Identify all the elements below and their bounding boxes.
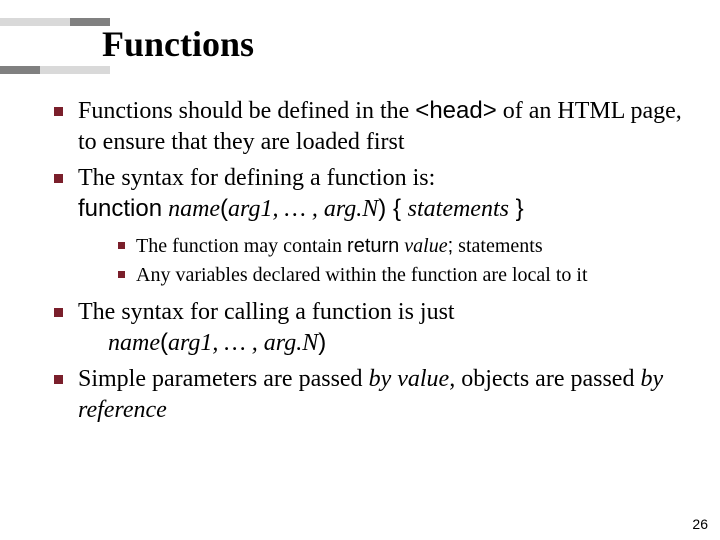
text: statements: [453, 235, 542, 257]
decor-bar-dark: [0, 66, 40, 74]
text: The function may contain: [136, 235, 347, 257]
list-item: Simple parameters are passed by value, o…: [48, 364, 696, 425]
text: The syntax for defining a function is:: [78, 165, 435, 191]
list-item: Any variables declared within the functi…: [114, 262, 696, 289]
syntax-statements: statements: [408, 196, 509, 222]
text: objects are passed: [455, 366, 640, 392]
paren-close: ) {: [378, 195, 407, 222]
paren-close: ): [318, 329, 326, 356]
page-number: 26: [692, 516, 708, 532]
text: Functions should be defined in the: [78, 98, 415, 124]
text: Any variables declared within the functi…: [136, 264, 588, 286]
text: Simple parameters are passed: [78, 366, 369, 392]
syntax-name: name: [162, 196, 220, 222]
brace-close: }: [509, 195, 524, 222]
code-head: <head>: [415, 97, 496, 124]
list-item: The syntax for calling a function is jus…: [48, 297, 696, 358]
paren-open: (: [220, 195, 228, 222]
bullet-list: Functions should be defined in the <head…: [48, 96, 696, 426]
paren-open: (: [160, 329, 168, 356]
keyword-return: return: [347, 235, 399, 257]
text: The syntax for calling a function is jus…: [78, 299, 455, 325]
syntax-args: arg1, … , arg.N: [228, 196, 378, 222]
title-block: Functions: [0, 18, 254, 74]
content-area: Functions should be defined in the <head…: [48, 96, 696, 432]
emphasis: by value,: [369, 366, 456, 392]
slide: Functions Functions should be defined in…: [0, 0, 720, 540]
function-syntax: function name(arg1, … , arg.N) { stateme…: [78, 196, 524, 222]
return-value: value: [399, 235, 447, 257]
sub-list: The function may contain return value; s…: [78, 233, 696, 289]
decor-bar-light: [0, 18, 70, 26]
list-item: The syntax for defining a function is: f…: [48, 163, 696, 288]
call-args: arg1, … , arg.N: [168, 330, 318, 356]
call-syntax: name(arg1, … , arg.N): [78, 328, 696, 359]
list-item: Functions should be defined in the <head…: [48, 96, 696, 157]
title-bottom-bars: [0, 66, 254, 74]
list-item: The function may contain return value; s…: [114, 233, 696, 260]
decor-bar-light: [40, 66, 110, 74]
keyword-function: function: [78, 195, 162, 222]
slide-title: Functions: [102, 26, 254, 62]
call-name: name: [108, 330, 160, 356]
